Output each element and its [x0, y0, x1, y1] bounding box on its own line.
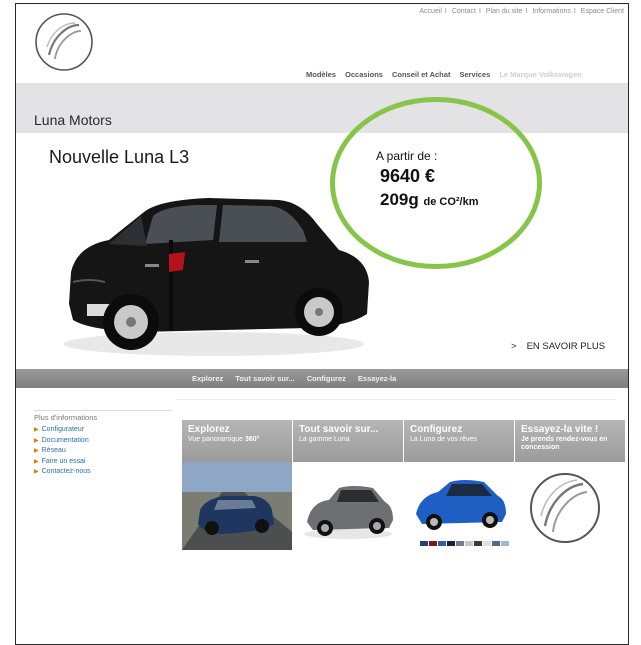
learn-more-link[interactable]: > EN SAVOIR PLUS — [511, 341, 605, 352]
nav-services[interactable]: Services — [459, 70, 490, 79]
tile-title: Explorez — [188, 424, 230, 435]
tile-title: Tout savoir sur... — [299, 424, 379, 435]
color-swatch[interactable] — [438, 541, 446, 546]
tile-subtitle-text: Vue panoramique — [188, 436, 245, 443]
brand-title: Luna Motors — [34, 112, 112, 128]
top-links: Accueil I Contact I Plan du site I Informat… — [419, 8, 624, 15]
tile-title: Configurez — [410, 424, 463, 435]
sidebar-item-reseau[interactable]: ▶ Réseau — [34, 446, 91, 457]
car-road-image — [182, 462, 292, 550]
color-swatch[interactable] — [447, 541, 455, 546]
tile-subtitle: La Luna de vos rêves — [410, 436, 477, 443]
nav-modeles[interactable]: Modèles — [306, 70, 336, 79]
highlight-circle — [330, 97, 542, 269]
tile-header: Explorez Vue panoramique 360° — [182, 420, 292, 462]
sidebar-item-documentation[interactable]: ▶ Documentation — [34, 436, 91, 447]
sidebar-item-configurateur[interactable]: ▶ Configurateur — [34, 425, 91, 436]
tile-subtitle: La gamme Luna — [299, 436, 350, 443]
color-swatch[interactable] — [429, 541, 437, 546]
subnav-essayez[interactable]: Essayez-la — [358, 374, 396, 383]
color-swatch[interactable] — [456, 541, 464, 546]
color-swatch[interactable] — [483, 541, 491, 546]
sidebar-item-label: Réseau — [41, 447, 66, 454]
top-link-plan[interactable]: Plan du site — [486, 8, 523, 15]
tile-subtitle: Je prends rendez-vous en concession — [521, 436, 608, 451]
triangle-right-icon: ▶ — [34, 427, 39, 433]
sidebar-title: Plus d'informations — [34, 413, 98, 422]
tile-explorez[interactable]: Explorez Vue panoramique 360° — [182, 420, 292, 550]
tile-header: Essayez-la vite ! Je prends rendez-vous … — [515, 420, 625, 462]
main-nav: Modèles Occasions Conseil et Achat Servi… — [16, 70, 628, 88]
sidebar-rule — [34, 410, 172, 411]
sidebar-item-label: Documentation — [41, 436, 89, 444]
triangle-right-icon: ▶ — [34, 458, 39, 465]
color-swatch[interactable] — [501, 541, 509, 546]
top-link-accueil[interactable]: Accueil — [419, 8, 442, 15]
divider — [176, 399, 616, 400]
color-swatches — [420, 541, 509, 546]
tile-tout-savoir[interactable]: Tout savoir sur... La gamme Luna — [293, 420, 403, 550]
color-swatch[interactable] — [465, 541, 473, 546]
sidebar-item-essai[interactable]: ▶ Faire un essai — [34, 457, 91, 468]
page-frame: Accueil I Contact I Plan du site I Informat… — [15, 3, 629, 645]
tile-header: Configurez La Luna de vos rêves — [404, 420, 514, 462]
nav-occasions[interactable]: Occasions — [345, 70, 383, 79]
triangle-right-icon: ▶ — [34, 437, 39, 444]
car-blue-image — [404, 462, 514, 550]
sidebar-item-label: Contactez-nous — [41, 468, 91, 475]
nav-conseil-achat[interactable]: Conseil et Achat — [392, 70, 450, 79]
brand-logo-icon[interactable] — [33, 11, 95, 73]
tile-title: Essayez-la vite ! — [521, 424, 599, 435]
learn-more-label: EN SAVOIR PLUS — [526, 341, 606, 352]
color-swatch[interactable] — [420, 541, 428, 546]
sub-nav: Explorez Tout savoir sur... Configurez E… — [16, 369, 628, 388]
triangle-right-icon: ▶ — [34, 469, 39, 475]
tile-subtitle-bold: 360° — [244, 436, 260, 443]
color-swatch[interactable] — [474, 541, 482, 546]
tile-configurez[interactable]: Configurez La Luna de vos rêves — [404, 420, 514, 550]
hero-title: Nouvelle Luna L3 — [49, 147, 190, 167]
subnav-tout-savoir[interactable]: Tout savoir sur... — [235, 374, 294, 383]
color-swatch[interactable] — [492, 541, 500, 546]
sidebar-item-contact[interactable]: ▶ Contactez-nous — [34, 467, 91, 478]
top-link-informations[interactable]: Informations — [532, 8, 571, 15]
sidebar-list: ▶ Configurateur ▶ Documentation ▶ Réseau ▶ F… — [34, 425, 91, 478]
tile-subtitle: Vue panoramique 360° — [188, 436, 286, 444]
tile-header: Tout savoir sur... La gamme Luna — [293, 420, 403, 462]
subnav-configurez[interactable]: Configurez — [307, 374, 346, 383]
tile-essayez[interactable]: Essayez-la vite ! Je prends rendez-vous … — [515, 420, 625, 550]
car-grey-image — [293, 462, 403, 550]
triangle-right-icon: ▶ — [34, 448, 39, 454]
top-link-contact[interactable]: Contact — [452, 8, 476, 15]
chevron-right-icon: > — [511, 341, 517, 352]
brand-logo-icon — [515, 462, 625, 550]
nav-la-marque[interactable]: Le Marque Volkswagen — [499, 70, 581, 79]
top-link-espace-client[interactable]: Espace Client — [581, 8, 624, 15]
sidebar-item-label: Configurateur — [41, 426, 85, 433]
subnav-explorez[interactable]: Explorez — [192, 374, 223, 383]
sidebar-item-label: Faire un essai — [41, 457, 86, 465]
